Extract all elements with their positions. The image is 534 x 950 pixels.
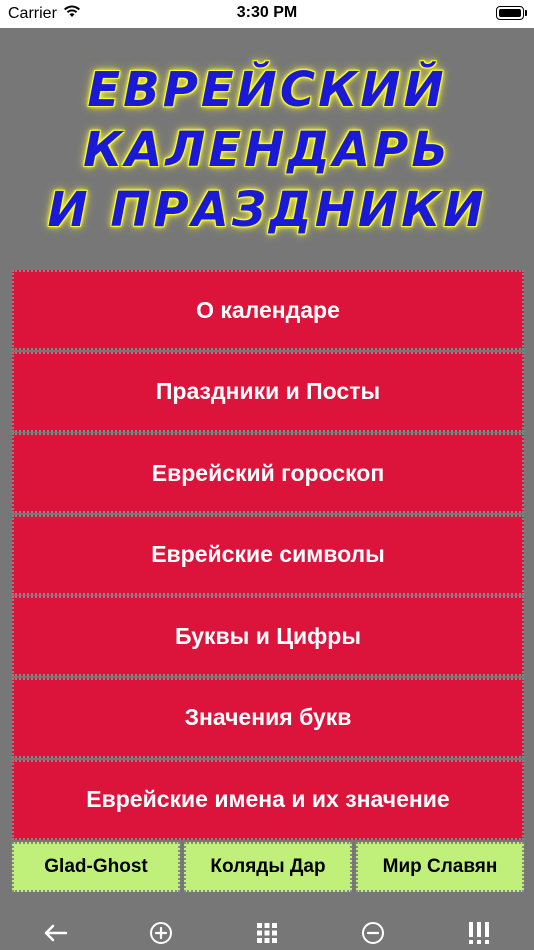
menu-item-letter-meanings[interactable]: Значения букв [12, 677, 524, 758]
link-kolyady-dar[interactable]: Коляды Дар [184, 842, 352, 892]
grid-icon[interactable] [252, 918, 282, 948]
menu-item-horoscope[interactable]: Еврейский гороскоп [12, 433, 524, 514]
menu-item-holidays-fasts[interactable]: Праздники и Посты [12, 351, 524, 432]
status-bar: Carrier 3:30 PM [0, 0, 534, 28]
link-mir-slavyan[interactable]: Мир Славян [356, 842, 524, 892]
title-line-1: ЕВРЕЙСКИЙ [87, 62, 447, 118]
status-time: 3:30 PM [236, 4, 298, 21]
menu-item-symbols[interactable]: Еврейские символы [12, 514, 524, 595]
link-glad-ghost[interactable]: Glad-Ghost [12, 842, 180, 892]
app-title: ЕВРЕЙСКИЙ КАЛЕНДАРЬ И ПРАЗДНИКИ [0, 60, 534, 250]
back-arrow-icon[interactable] [40, 918, 70, 948]
menu-bars-icon[interactable] [464, 918, 494, 948]
title-line-3: И ПРАЗДНИКИ [47, 182, 487, 238]
menu-item-about-calendar[interactable]: О календаре [12, 270, 524, 350]
bottom-toolbar [0, 915, 534, 950]
external-links: Glad-Ghost Коляды Дар Мир Славян [12, 842, 524, 892]
zoom-out-icon[interactable] [358, 918, 388, 948]
title-line-2: КАЛЕНДАРЬ [83, 122, 451, 178]
menu-item-letters-numbers[interactable]: Буквы и Цифры [12, 596, 524, 677]
main-menu: О календаре Праздники и Посты Еврейский … [12, 270, 524, 841]
menu-item-names-meanings[interactable]: Еврейские имена и их значение [12, 759, 524, 840]
battery-icon [496, 6, 527, 20]
zoom-in-icon[interactable] [146, 918, 176, 948]
